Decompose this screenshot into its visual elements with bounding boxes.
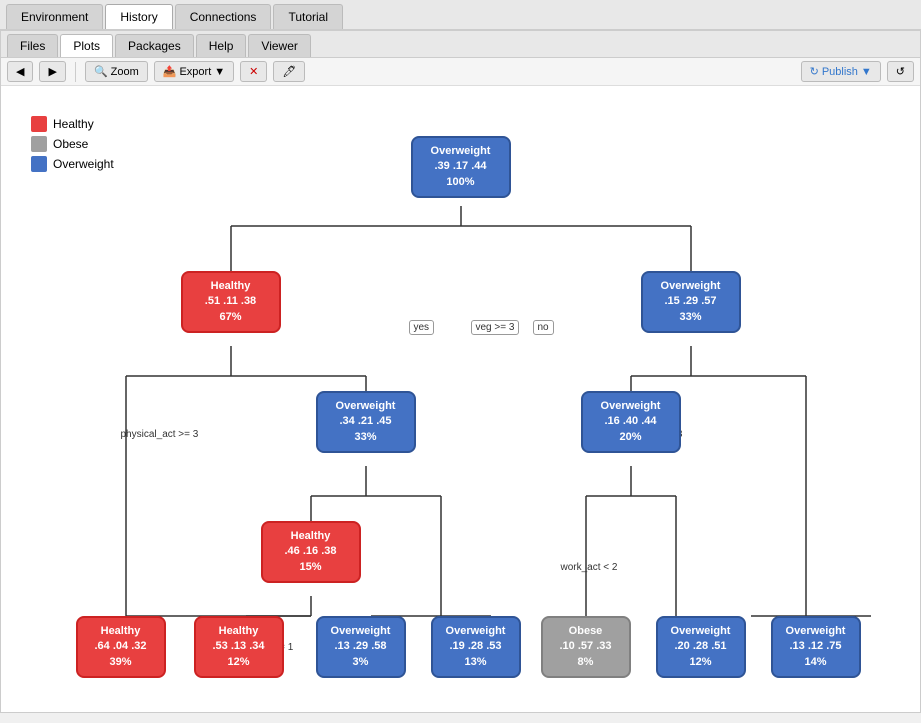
tab-environment[interactable]: Environment — [6, 4, 103, 29]
tab-tutorial[interactable]: Tutorial — [273, 4, 343, 29]
node-leaf5: Obese.10 .57 .338% — [541, 616, 631, 678]
plot-toolbar: ◀ ▶ 🔍 Zoom 📤 Export ▼ ✕ 🖊 ↻ Publish ▼ ↺ — [1, 58, 920, 86]
node-leaf2: Healthy.53 .13 .3412% — [194, 616, 284, 678]
tab-packages[interactable]: Packages — [115, 34, 194, 57]
export-button[interactable]: 📤 Export ▼ — [154, 61, 234, 82]
tab-plots[interactable]: Plots — [60, 34, 113, 57]
panel-tab-bar: Files Plots Packages Help Viewer — [1, 31, 920, 58]
node-n1: Healthy.51 .11 .3867% — [181, 271, 281, 333]
branch-label-no: no — [533, 320, 554, 335]
clear-button[interactable]: ✕ — [240, 61, 267, 82]
tab-connections[interactable]: Connections — [175, 4, 272, 29]
publish-button[interactable]: ↻ Publish ▼ — [801, 61, 881, 82]
node-leaf1: Healthy.64 .04 .3239% — [76, 616, 166, 678]
condition-label-work2: work_act < 2 — [561, 562, 618, 573]
node-n2: Overweight.15 .29 .5733% — [641, 271, 741, 333]
zoom-icon: 🔍 — [94, 65, 108, 78]
node-root: Overweight.39 .17 .44100% — [411, 136, 511, 198]
zoom-label: Zoom — [111, 66, 139, 78]
branch-label-yes: yes — [409, 320, 435, 335]
node-leaf7: Overweight.13 .12 .7514% — [771, 616, 861, 678]
plot-area: Healthy Obese Overweight — [1, 86, 920, 712]
main-panel: Files Plots Packages Help Viewer ◀ ▶ 🔍 Z… — [0, 30, 921, 713]
publish-icon: ↻ — [810, 65, 819, 78]
refresh-button[interactable]: ↺ — [887, 61, 914, 82]
node-leaf4: Overweight.19 .28 .5313% — [431, 616, 521, 678]
tab-history[interactable]: History — [105, 4, 172, 29]
tab-help[interactable]: Help — [196, 34, 247, 57]
back-button[interactable]: ◀ — [7, 61, 33, 82]
toolbar-right: ↻ Publish ▼ ↺ — [801, 61, 914, 82]
publish-arrow: ▼ — [861, 66, 872, 78]
node-n5: Healthy.46 .16 .3815% — [261, 521, 361, 583]
branch-label-condition: veg >= 3 — [471, 320, 520, 335]
export-icon: 📤 — [163, 65, 177, 78]
tab-files[interactable]: Files — [7, 34, 58, 57]
tab-viewer[interactable]: Viewer — [248, 34, 310, 57]
node-leaf3: Overweight.13 .29 .583% — [316, 616, 406, 678]
publish-label: Publish — [822, 66, 858, 78]
condition-label-phys3: physical_act >= 3 — [121, 429, 199, 440]
export-arrow: ▼ — [214, 66, 225, 78]
node-leaf6: Overweight.20 .28 .5112% — [656, 616, 746, 678]
node-n4: Overweight.16 .40 .4420% — [581, 391, 681, 453]
toolbar-separator — [75, 62, 76, 82]
brush-button[interactable]: 🖊 — [273, 61, 305, 82]
forward-button[interactable]: ▶ — [39, 61, 65, 82]
export-label: Export — [179, 66, 211, 78]
decision-tree: yes veg >= 3 no physical_act >= 3 physic… — [31, 106, 891, 712]
zoom-button[interactable]: 🔍 Zoom — [85, 61, 148, 82]
node-n3: Overweight.34 .21 .4533% — [316, 391, 416, 453]
top-tab-bar: Environment History Connections Tutorial — [0, 0, 921, 30]
